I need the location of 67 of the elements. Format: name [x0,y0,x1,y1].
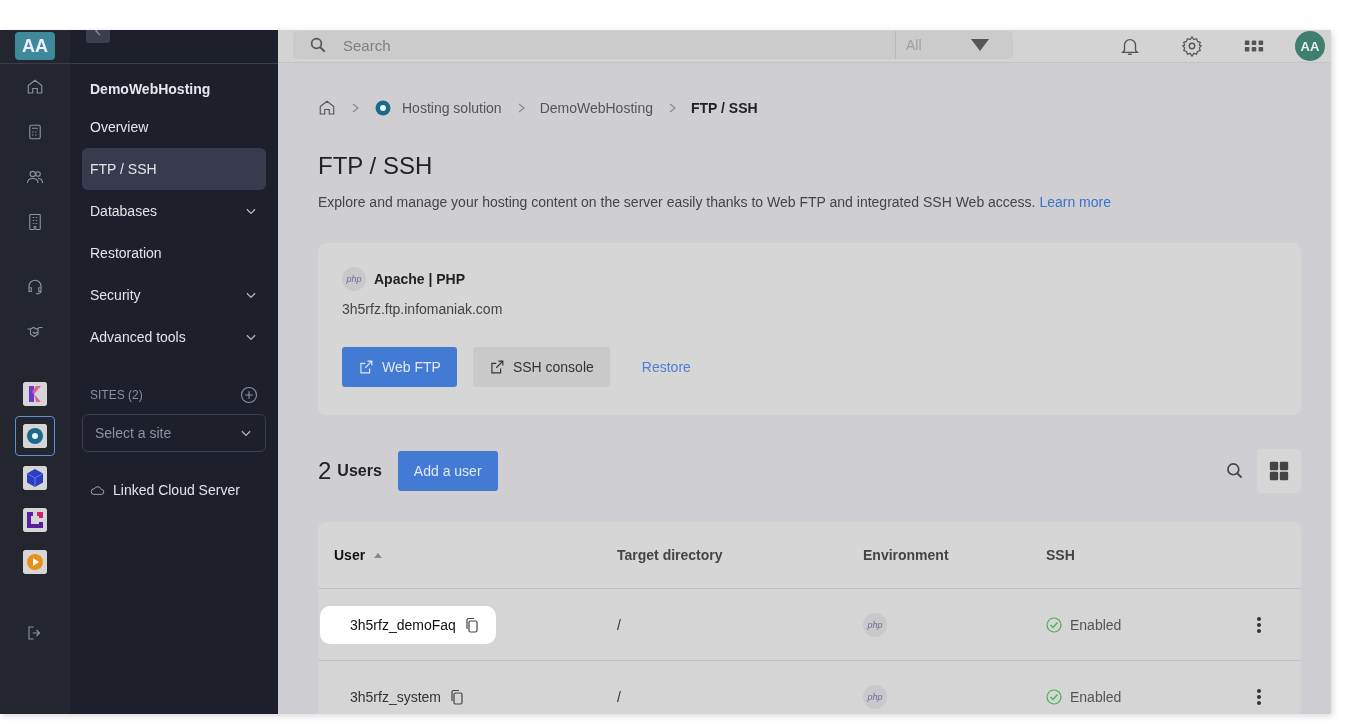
web-ftp-button[interactable]: Web FTP [342,347,457,387]
search-icon [309,36,327,54]
sites-label: SITES (2) [90,388,143,402]
users-label: Users [337,462,382,480]
grid-icon [1269,461,1289,481]
chevron-right-icon [667,103,677,113]
settings-icon[interactable] [1181,35,1203,57]
php-badge: php [342,267,366,291]
building-icon[interactable] [26,212,44,231]
account-logo[interactable]: AA [15,32,55,60]
more-options-icon[interactable] [1257,688,1261,705]
home-icon[interactable] [318,99,336,117]
headset-icon[interactable] [26,277,44,296]
ssh-status: Enabled [1070,616,1122,633]
column-header[interactable]: User [334,547,366,563]
column-header: Target directory [617,547,723,563]
cube-icon [23,466,47,490]
copy-icon[interactable] [463,616,480,633]
table-cell: 3h5rfz_demoFaq [320,605,496,644]
breadcrumb-link[interactable]: Hosting solution [402,100,502,116]
ssh-status: Enabled [1070,688,1122,705]
sidebar-item[interactable]: FTP / SSH [82,148,266,190]
k-logo-icon [23,382,47,406]
php-badge: php [863,684,887,709]
table-cell-text: / [616,616,622,633]
ssh-console-button[interactable]: SSH console [472,347,610,387]
php-badge: php [863,612,887,637]
users-count: 2 [318,457,332,485]
more-options-icon[interactable] [1257,616,1261,633]
copy-icon[interactable] [449,688,466,705]
sidebar-title: DemoWebHosting [89,80,212,99]
check-circle-icon [1046,688,1062,705]
site-select[interactable]: Select a site [82,414,266,452]
breadcrumb-link[interactable]: DemoWebHosting [539,100,653,116]
home-icon[interactable] [26,77,44,96]
external-link-icon [488,359,505,375]
server-host: 3h5rfz.ftp.infomaniak.com [342,301,504,317]
sidebar-item[interactable]: Advanced tools [82,316,266,358]
add-user-button[interactable]: Add a user [397,451,498,491]
frame-logo-icon [23,508,47,532]
external-link-icon [358,359,374,375]
page-description: Explore and manage your hosting content on the server easily thanks to Web FTP and integrated SSH Web access. Learn more [318,194,1112,210]
user-avatar[interactable]: AA [1295,31,1325,61]
server-name: Apache | PHP [374,271,466,287]
learn-more-link[interactable]: Learn more [1039,194,1111,210]
app-switcher-button[interactable] [15,416,55,456]
sidebar-item[interactable]: Databases [82,190,266,232]
table-cell-text: / [616,688,622,705]
table-cell: 3h5rfz_system [320,677,482,714]
add-circle-icon[interactable] [240,386,258,404]
grid-view-button[interactable] [1257,449,1301,493]
check-circle-icon [1046,616,1062,633]
page-title: FTP / SSH [318,152,434,180]
chevron-right-icon [350,103,360,113]
search-icon [1225,461,1245,481]
restore-link[interactable]: Restore [625,347,707,387]
cloud-icon [90,484,105,496]
hosting-logo-icon [23,424,47,448]
hosting-logo-icon [374,99,392,117]
sidebar-item[interactable]: Overview [82,106,266,148]
play-logo-icon [23,550,47,574]
calculator-icon[interactable] [26,122,44,141]
sidebar-item[interactable]: Restoration [82,232,266,274]
linked-server-link[interactable]: Linked Cloud Server [113,482,240,498]
column-header: Environment [863,547,949,563]
column-header: SSH [1046,547,1075,563]
sidebar-item[interactable]: Security [82,274,266,316]
